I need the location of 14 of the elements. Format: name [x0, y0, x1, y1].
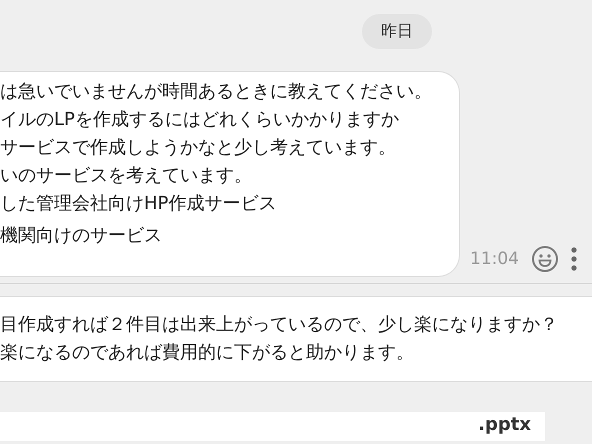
- file-name: .pptx: [478, 414, 531, 435]
- message-time: 11:04: [470, 249, 519, 269]
- message-line: イルのLPを作成するにはどれくらいかかりますか: [0, 108, 400, 132]
- reply-line: 楽になるのであれば費用的に下がると助かります。: [0, 341, 415, 365]
- more-icon[interactable]: [571, 247, 577, 271]
- message-line: 機関向けのサービス: [0, 224, 163, 248]
- message-line: いのサービスを考えています。: [0, 164, 253, 188]
- message-line: した管理会社向けHP作成サービス: [0, 192, 278, 216]
- reply-line: 目作成すれば２件目は出来上がっているので、少し楽になりますか？: [0, 313, 559, 337]
- date-label: 昨日: [362, 14, 432, 49]
- message-line: サービスで作成しようかなと少し考えています。: [0, 136, 397, 160]
- file-card[interactable]: .pptx: [0, 412, 545, 441]
- message-line: は急いでいませんが時間あるときに教えてください。: [0, 80, 433, 104]
- smiley-icon[interactable]: [531, 245, 559, 273]
